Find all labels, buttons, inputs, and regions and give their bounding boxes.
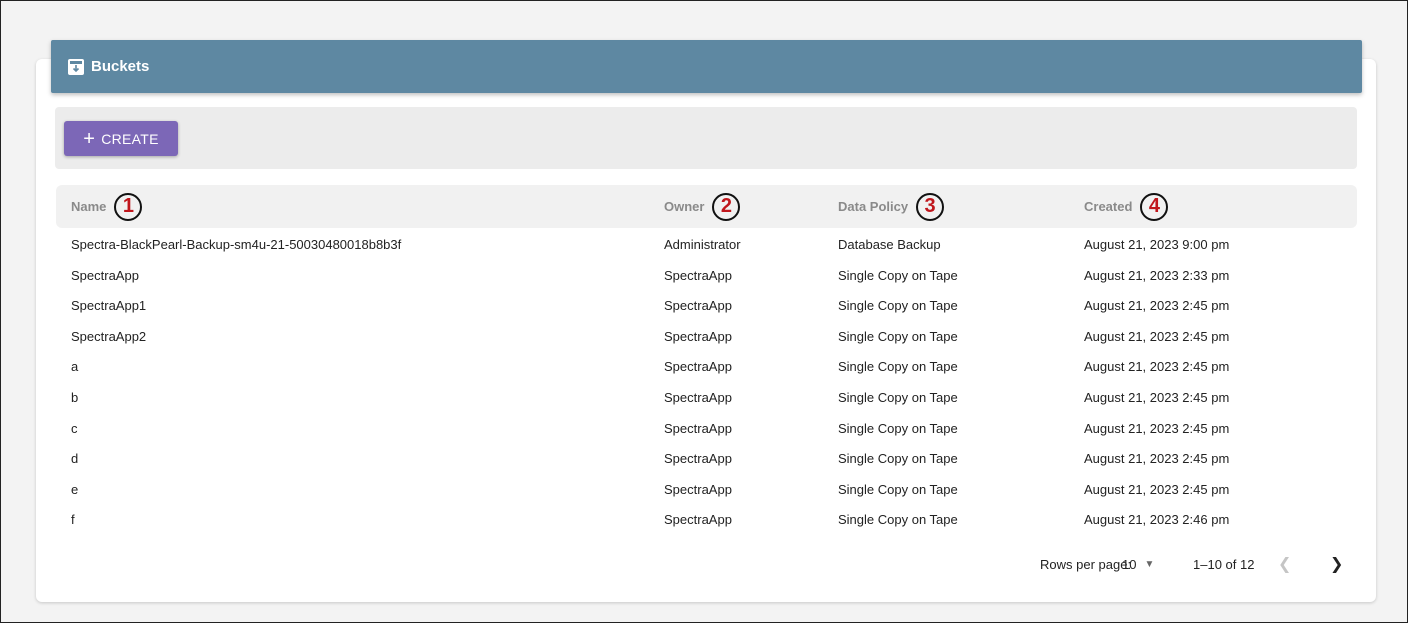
table-row[interactable]: SpectraApp2 SpectraApp Single Copy on Tape…: [56, 321, 1357, 352]
table-row[interactable]: d SpectraApp Single Copy on Tape August 21,…: [56, 443, 1357, 474]
owner-cell: SpectraApp: [664, 328, 732, 344]
data-policy-cell: Single Copy on Tape: [838, 267, 958, 283]
created-cell: August 21, 2023 2:45 pm: [1084, 481, 1230, 497]
caret-down-icon: ▼: [1144, 558, 1155, 570]
previous-page-button[interactable]: ❮: [1278, 552, 1291, 576]
bucket-name-cell: c: [71, 420, 78, 436]
column-header-name[interactable]: Name 1: [71, 185, 143, 228]
bucket-name-cell: a: [71, 359, 79, 375]
created-cell: August 21, 2023 2:45 pm: [1084, 359, 1230, 375]
data-policy-cell: Single Copy on Tape: [838, 298, 958, 314]
callout-badge: 3: [916, 192, 945, 221]
owner-cell: SpectraApp: [664, 420, 732, 436]
panel-header: Buckets: [51, 40, 1362, 93]
data-policy-cell: Database Backup: [838, 237, 941, 252]
owner-cell: SpectraApp: [664, 451, 732, 467]
column-header-owner-label: Owner: [664, 199, 705, 214]
owner-cell: SpectraApp: [664, 390, 732, 405]
created-cell: August 21, 2023 2:46 pm: [1084, 512, 1230, 528]
owner-cell: SpectraApp: [664, 298, 732, 314]
column-header-created[interactable]: Created 4: [1084, 185, 1169, 228]
data-policy-cell: Single Copy on Tape: [838, 420, 958, 436]
table-row[interactable]: a SpectraApp Single Copy on Tape August 21,…: [56, 351, 1357, 382]
archive-icon: [68, 58, 84, 75]
rows-per-page-select[interactable]: 10 ▼: [1122, 552, 1154, 576]
table-row[interactable]: b SpectraApp Single Copy on Tape August 21,…: [56, 382, 1357, 413]
data-policy-cell: Single Copy on Tape: [838, 328, 958, 344]
table-row[interactable]: SpectraApp SpectraApp Single Copy on Tape A…: [56, 260, 1357, 291]
owner-cell: SpectraApp: [664, 359, 732, 375]
bucket-name-cell: b: [71, 390, 79, 405]
callout-badge: 4: [1140, 192, 1169, 221]
data-policy-cell: Single Copy on Tape: [838, 451, 958, 467]
bucket-name-cell: SpectraApp1: [71, 298, 147, 314]
bucket-name-cell: SpectraApp2: [71, 328, 147, 344]
data-policy-cell: Single Copy on Tape: [838, 359, 958, 375]
created-cell: August 21, 2023 2:45 pm: [1084, 390, 1230, 405]
pagination-range: 1–10 of 12: [1193, 556, 1255, 572]
bucket-name-cell: f: [71, 512, 75, 528]
next-page-button[interactable]: ❯: [1330, 552, 1343, 576]
owner-cell: SpectraApp: [664, 512, 732, 528]
table-row[interactable]: c SpectraApp Single Copy on Tape August 21,…: [56, 413, 1357, 444]
data-policy-cell: Single Copy on Tape: [838, 481, 958, 497]
callout-badge: 1: [114, 192, 143, 221]
column-header-created-label: Created: [1084, 199, 1133, 214]
callout-badge: 2: [712, 192, 741, 221]
data-policy-cell: Single Copy on Tape: [838, 390, 958, 405]
plus-icon: +: [83, 127, 96, 150]
create-button[interactable]: + CREATE: [64, 121, 178, 156]
rows-per-page-value: 10: [1122, 556, 1137, 572]
column-header-owner[interactable]: Owner 2: [664, 185, 741, 228]
chevron-left-icon: ❮: [1278, 556, 1292, 573]
table-row[interactable]: Spectra-BlackPearl-Backup-sm4u-21-500304…: [56, 229, 1357, 260]
created-cell: August 21, 2023 2:33 pm: [1084, 267, 1230, 283]
column-header-name-label: Name: [71, 199, 107, 214]
bucket-name-cell: Spectra-BlackPearl-Backup-sm4u-21-500304…: [71, 237, 402, 252]
bucket-name-cell: SpectraApp: [71, 267, 139, 283]
created-cell: August 21, 2023 2:45 pm: [1084, 328, 1230, 344]
create-button-label: CREATE: [101, 130, 159, 147]
panel-title: Buckets: [91, 58, 150, 75]
created-cell: August 21, 2023 9:00 pm: [1084, 237, 1230, 252]
created-cell: August 21, 2023 2:45 pm: [1084, 298, 1230, 314]
column-header-data-policy[interactable]: Data Policy 3: [838, 185, 945, 228]
created-cell: August 21, 2023 2:45 pm: [1084, 451, 1230, 467]
table-header: Name 1 Owner 2 Data Policy 3 Created 4: [56, 185, 1357, 228]
toolbar: + CREATE: [55, 107, 1357, 169]
table-row[interactable]: e SpectraApp Single Copy on Tape August 21,…: [56, 474, 1357, 505]
bucket-name-cell: d: [71, 451, 79, 467]
bucket-name-cell: e: [71, 481, 79, 497]
data-policy-cell: Single Copy on Tape: [838, 512, 958, 528]
owner-cell: Administrator: [664, 237, 741, 252]
rows-per-page-label: Rows per page:: [1040, 556, 1132, 572]
owner-cell: SpectraApp: [664, 481, 732, 497]
owner-cell: SpectraApp: [664, 267, 732, 283]
table-row[interactable]: f SpectraApp Single Copy on Tape August 21,…: [56, 504, 1357, 535]
column-header-data-policy-label: Data Policy: [838, 199, 909, 214]
chevron-right-icon: ❯: [1330, 556, 1344, 573]
table-row[interactable]: SpectraApp1 SpectraApp Single Copy on Tape…: [56, 290, 1357, 321]
created-cell: August 21, 2023 2:45 pm: [1084, 420, 1230, 436]
